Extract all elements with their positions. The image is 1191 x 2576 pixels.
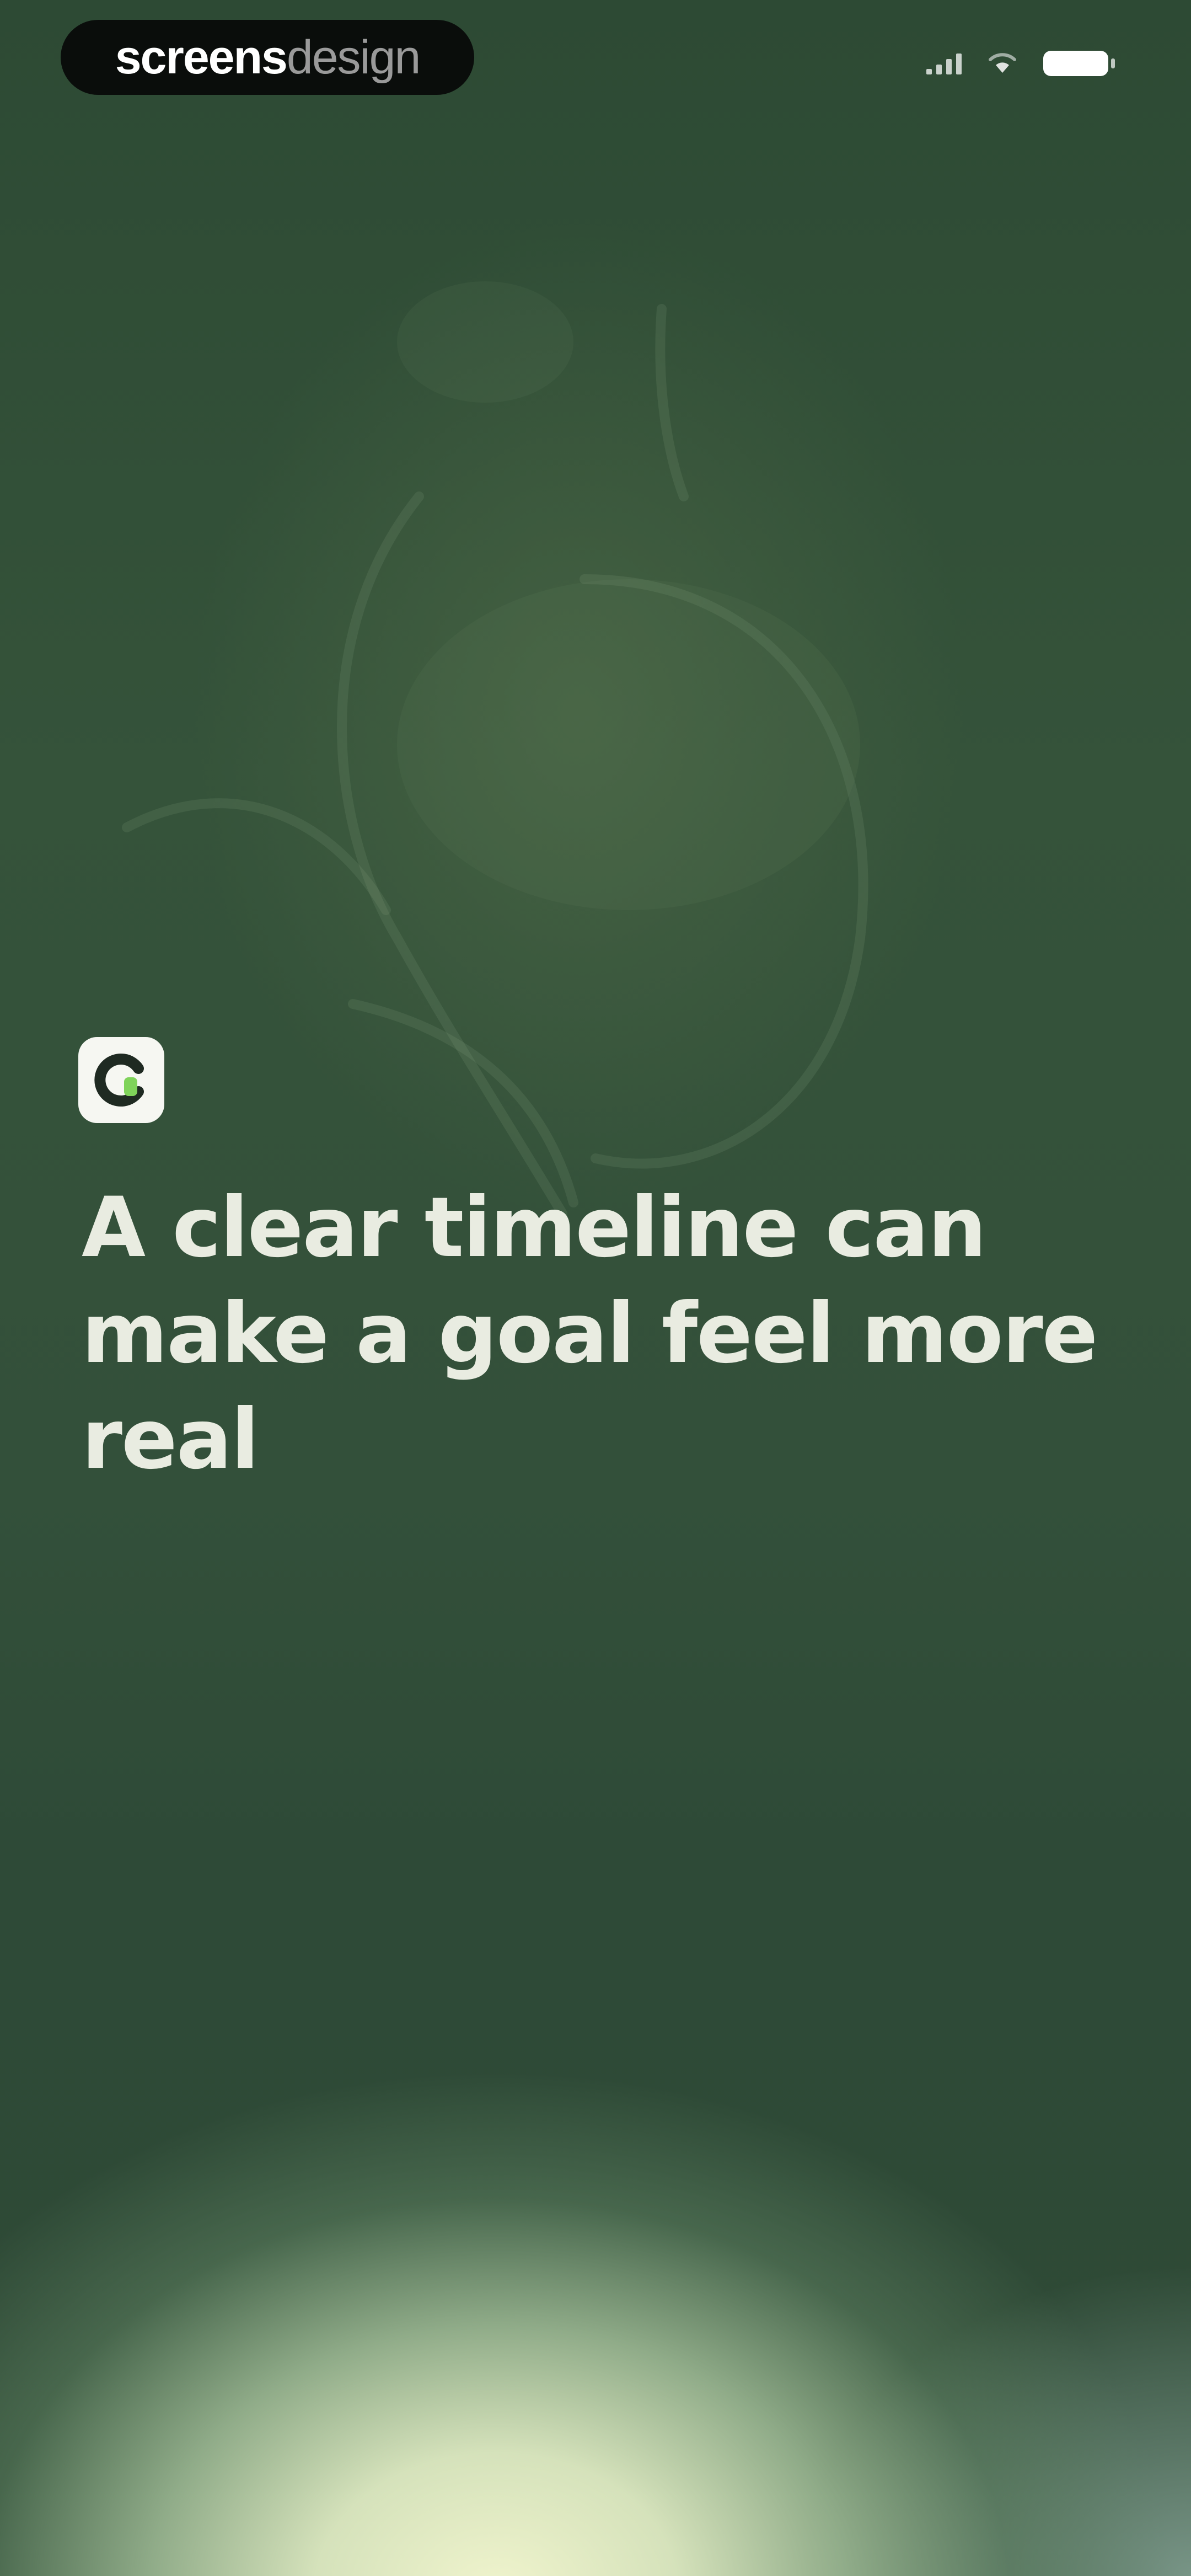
wifi-icon: [987, 51, 1018, 76]
screensdesign-watermark: screensdesign: [61, 20, 474, 95]
watermark-bold-text: screens: [115, 30, 288, 84]
app-logo-icon: [78, 1037, 164, 1123]
signal-icon: [926, 52, 962, 74]
watermark-text: screensdesign: [115, 30, 421, 85]
onboarding-headline: A clear timeline can make a goal feel mo…: [82, 1180, 1098, 1488]
status-bar: [926, 51, 1115, 76]
onboarding-screen: screensdesign A clear timeline can make …: [0, 0, 1191, 2576]
watermark-light-text: design: [286, 30, 421, 84]
battery-icon: [1043, 51, 1115, 76]
